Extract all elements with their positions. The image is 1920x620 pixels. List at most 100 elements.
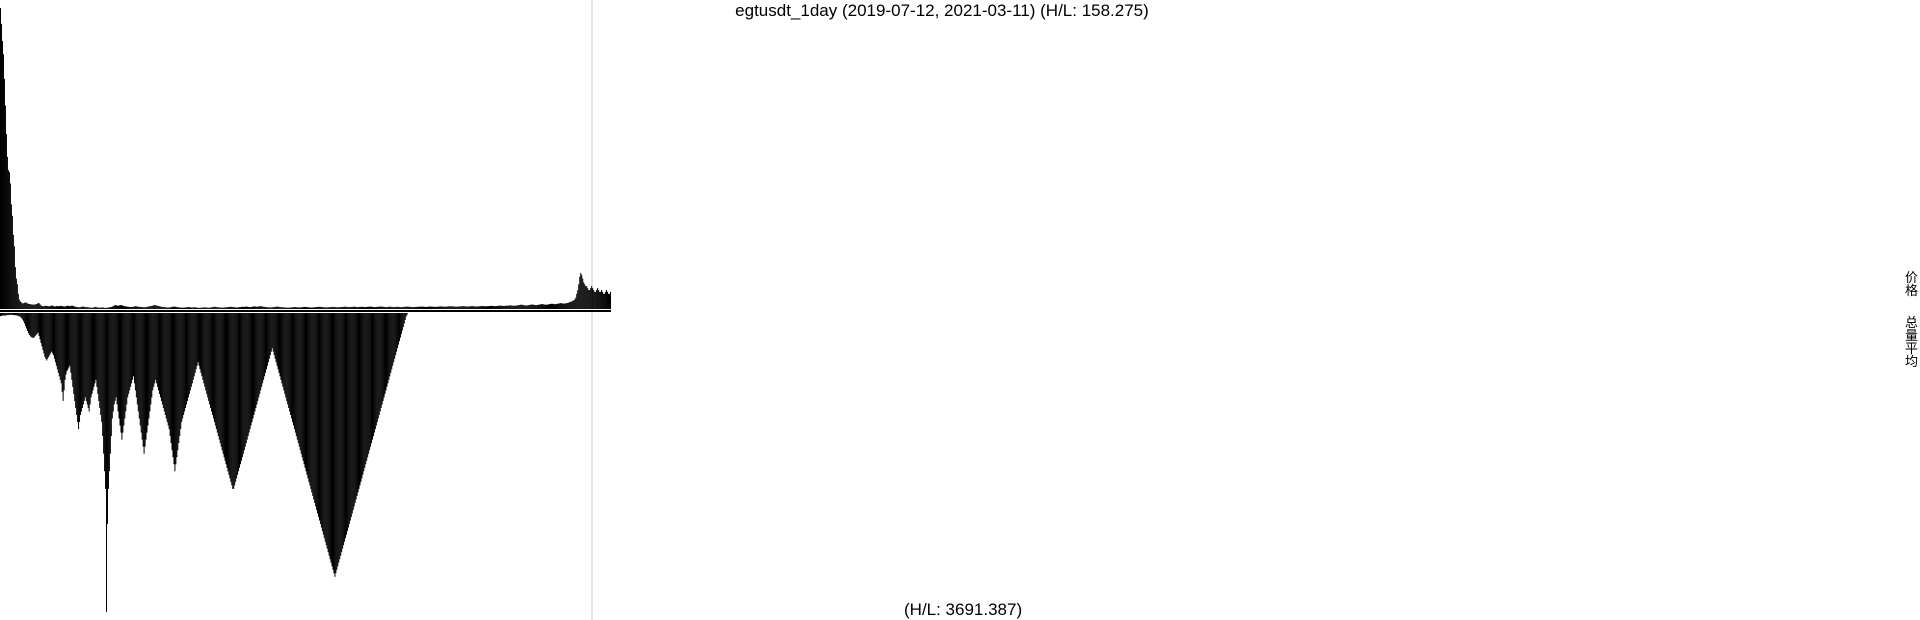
volume-bar bbox=[243, 313, 245, 451]
price-bar bbox=[380, 306, 382, 309]
price-bar bbox=[381, 306, 383, 309]
price-bar bbox=[533, 304, 535, 309]
volume-bar bbox=[212, 313, 214, 416]
volume-bar bbox=[230, 313, 232, 482]
volume-bar bbox=[380, 313, 382, 408]
volume-bar bbox=[132, 313, 134, 377]
price-bar bbox=[263, 306, 265, 309]
volume-bar bbox=[345, 313, 347, 539]
price-bar bbox=[267, 307, 269, 309]
price-bar bbox=[4, 105, 6, 309]
price-bar bbox=[235, 307, 237, 309]
price-bar bbox=[189, 307, 191, 309]
price-bar bbox=[141, 307, 143, 309]
volume-bar bbox=[204, 313, 206, 387]
volume-bar bbox=[80, 313, 82, 412]
price-bar bbox=[271, 307, 273, 309]
price-bar bbox=[60, 305, 62, 309]
volume-bar bbox=[259, 313, 261, 394]
volume-bar bbox=[297, 313, 299, 444]
volume-bar bbox=[304, 313, 306, 468]
volume-bar bbox=[52, 313, 54, 354]
price-bar bbox=[510, 305, 512, 309]
volume-bar bbox=[194, 313, 196, 373]
price-bar bbox=[539, 304, 541, 309]
price-bar bbox=[160, 306, 162, 309]
price-bar bbox=[335, 307, 337, 309]
price-bar bbox=[89, 307, 91, 309]
price-bar bbox=[583, 282, 585, 309]
price-bar bbox=[234, 307, 236, 309]
price-bar bbox=[123, 306, 125, 309]
price-bar bbox=[468, 306, 470, 309]
volume-bar bbox=[301, 313, 303, 458]
price-bar bbox=[274, 306, 276, 309]
price-bar bbox=[84, 306, 86, 309]
price-bar bbox=[306, 307, 308, 309]
volume-bar bbox=[233, 313, 235, 489]
volume-bar bbox=[335, 313, 337, 574]
volume-bar bbox=[248, 313, 250, 433]
volume-bar bbox=[266, 313, 268, 366]
volume-bar bbox=[318, 313, 320, 521]
volume-bar bbox=[1, 313, 3, 316]
volume-bar bbox=[188, 313, 190, 394]
volume-bar bbox=[403, 313, 405, 324]
price-bar bbox=[155, 305, 157, 309]
price-bar bbox=[577, 289, 579, 309]
price-bar bbox=[391, 306, 393, 309]
price-bar bbox=[44, 305, 46, 309]
volume-bar bbox=[12, 313, 14, 315]
volume-bar bbox=[143, 313, 145, 454]
volume-bar bbox=[272, 313, 274, 352]
volume-bar bbox=[172, 313, 174, 458]
volume-bar bbox=[148, 313, 150, 419]
volume-bar bbox=[207, 313, 209, 398]
price-bar bbox=[26, 303, 28, 309]
volume-bar bbox=[150, 313, 152, 405]
volume-bar bbox=[61, 313, 63, 393]
price-bar bbox=[343, 306, 345, 309]
price-bar bbox=[159, 306, 161, 309]
volume-bar bbox=[40, 313, 42, 343]
price-bar bbox=[351, 306, 353, 309]
price-bar bbox=[342, 306, 344, 309]
price-bar bbox=[481, 306, 483, 309]
price-bar bbox=[178, 307, 180, 309]
price-bar bbox=[146, 306, 148, 309]
price-bar bbox=[320, 306, 322, 309]
price-bar bbox=[559, 303, 561, 309]
volume-bar bbox=[263, 313, 265, 380]
volume-bar bbox=[27, 313, 29, 334]
volume-bar bbox=[94, 313, 96, 384]
price-bar bbox=[65, 306, 67, 309]
volume-bar bbox=[278, 313, 280, 373]
price-bar bbox=[537, 304, 539, 309]
price-bar bbox=[122, 305, 123, 309]
volume-bar bbox=[196, 313, 198, 366]
volume-bar bbox=[315, 313, 317, 507]
price-bar bbox=[362, 306, 364, 309]
price-bar bbox=[321, 307, 323, 309]
price-bar bbox=[328, 307, 330, 309]
volume-bar bbox=[120, 313, 122, 433]
price-bar bbox=[254, 306, 256, 309]
price-bar bbox=[519, 304, 521, 309]
price-bar bbox=[113, 305, 115, 309]
volume-bar bbox=[275, 313, 277, 363]
volume-bar bbox=[405, 313, 407, 317]
price-bar bbox=[521, 304, 523, 309]
price-bar bbox=[314, 307, 316, 309]
price-bar bbox=[125, 306, 127, 309]
price-bar bbox=[53, 306, 55, 309]
price-bar bbox=[346, 306, 348, 309]
volume-bar bbox=[285, 313, 287, 398]
price-bar bbox=[132, 306, 134, 309]
price-bar bbox=[119, 305, 121, 309]
volume-bar bbox=[45, 313, 47, 359]
price-bar bbox=[211, 307, 213, 309]
volume-bar bbox=[377, 313, 379, 419]
price-bar bbox=[287, 307, 289, 309]
price-bar bbox=[443, 306, 445, 309]
price-bar bbox=[268, 307, 270, 309]
